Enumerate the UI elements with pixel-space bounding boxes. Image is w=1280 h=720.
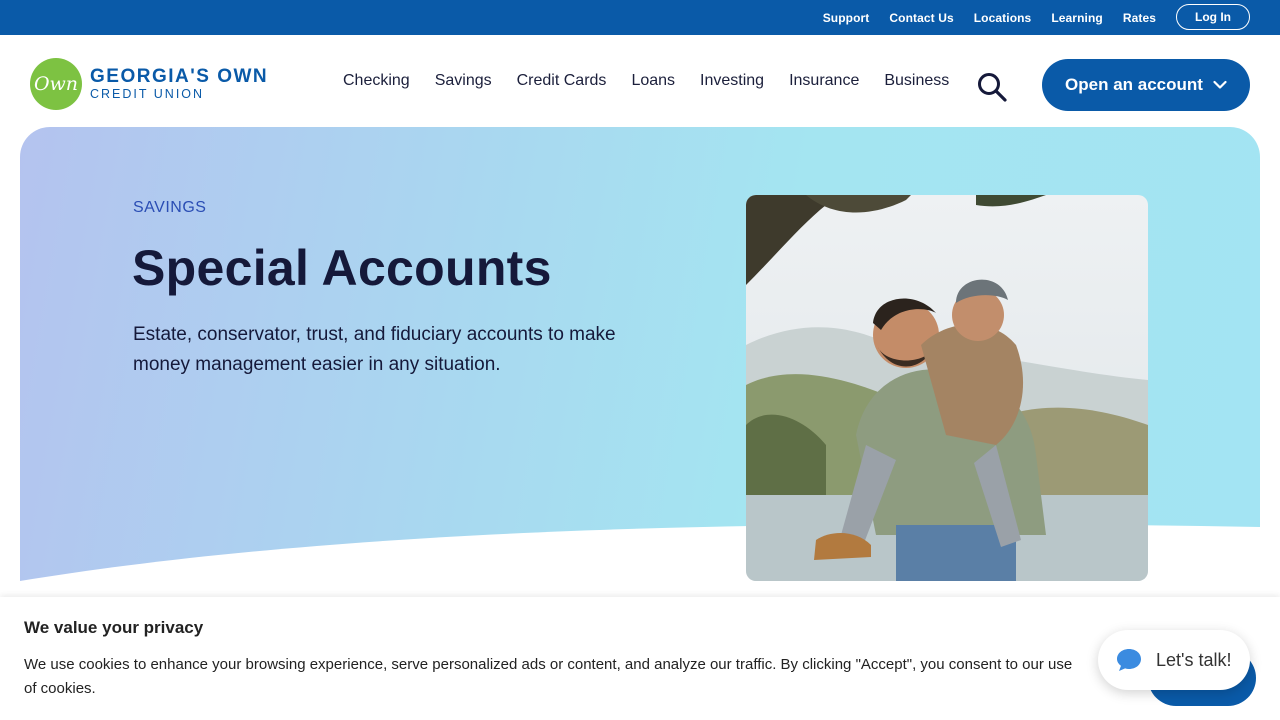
page-title: Special Accounts bbox=[132, 240, 552, 296]
utility-link-locations[interactable]: Locations bbox=[974, 11, 1032, 25]
chat-prompt-label: Let's talk! bbox=[1156, 649, 1232, 670]
open-account-label: Open an account bbox=[1065, 75, 1203, 94]
photo-father-son-piggyback bbox=[746, 195, 1148, 581]
logo[interactable]: Own GEORGIA'S OWN CREDIT UNION bbox=[30, 58, 268, 110]
cookie-banner: We value your privacy We use cookies to … bbox=[0, 597, 1280, 720]
utility-bar: Support Contact Us Locations Learning Ra… bbox=[0, 0, 1280, 35]
nav-item-insurance[interactable]: Insurance bbox=[789, 72, 859, 90]
nav-item-investing[interactable]: Investing bbox=[700, 72, 764, 90]
nav-item-credit-cards[interactable]: Credit Cards bbox=[517, 72, 607, 90]
chat-prompt-bubble[interactable]: Let's talk! bbox=[1098, 630, 1250, 690]
hero-photo bbox=[746, 195, 1148, 581]
nav-item-checking[interactable]: Checking bbox=[343, 72, 410, 90]
nav-item-loans[interactable]: Loans bbox=[631, 72, 675, 90]
main-header: Own GEORGIA'S OWN CREDIT UNION Checking … bbox=[0, 35, 1280, 127]
cookie-banner-title: We value your privacy bbox=[24, 618, 204, 637]
logo-name-line1: GEORGIA'S OWN bbox=[90, 66, 269, 88]
utility-link-learning[interactable]: Learning bbox=[1051, 11, 1102, 25]
hero-description: Estate, conservator, trust, and fiduciar… bbox=[133, 324, 616, 375]
logo-mark: Own bbox=[30, 58, 82, 110]
search-icon bbox=[978, 73, 1007, 102]
chevron-down-icon bbox=[1213, 80, 1227, 89]
chat-bubble-icon bbox=[1117, 649, 1141, 671]
main-nav: Checking Savings Credit Cards Loans Inve… bbox=[343, 35, 949, 127]
utility-nav: Support Contact Us Locations Learning Ra… bbox=[823, 0, 1156, 35]
nav-item-business[interactable]: Business bbox=[884, 72, 949, 90]
login-button[interactable]: Log In bbox=[1176, 4, 1250, 30]
logo-name-line2: CREDIT UNION bbox=[90, 87, 205, 102]
open-account-button[interactable]: Open an account bbox=[1042, 59, 1250, 111]
search-button[interactable] bbox=[976, 71, 1008, 103]
cookie-banner-text: We use cookies to enhance your browsing … bbox=[24, 656, 1073, 697]
logo-text: GEORGIA'S OWN CREDIT UNION bbox=[90, 67, 268, 101]
utility-link-rates[interactable]: Rates bbox=[1123, 11, 1156, 25]
utility-link-support[interactable]: Support bbox=[823, 11, 870, 25]
utility-link-contact-us[interactable]: Contact Us bbox=[889, 11, 953, 25]
nav-item-savings[interactable]: Savings bbox=[435, 72, 492, 90]
hero-eyebrow: SAVINGS bbox=[133, 199, 207, 216]
